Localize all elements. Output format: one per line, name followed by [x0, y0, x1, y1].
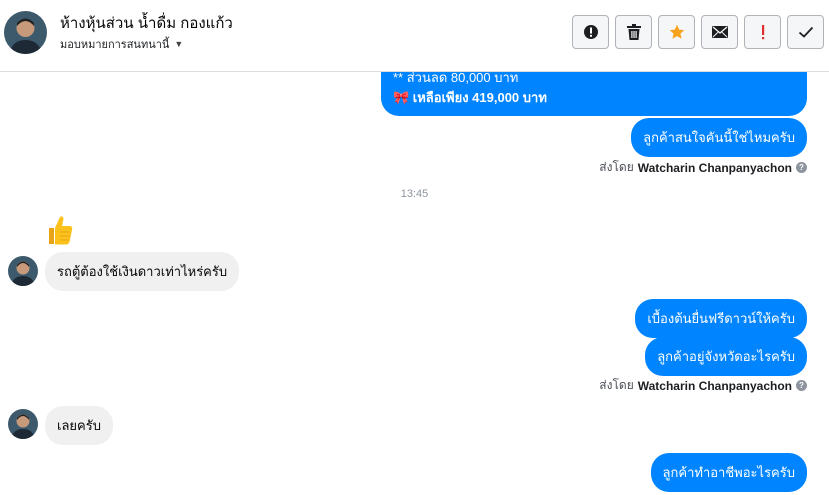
caret-down-icon: ▼ [174, 39, 184, 49]
assign-label: มอบหมายการสนทนานี้ [60, 39, 170, 51]
mark-unread-button[interactable] [701, 15, 738, 49]
trash-icon [626, 24, 641, 40]
customer-avatar-small[interactable] [8, 409, 38, 439]
star-icon [669, 24, 684, 39]
mark-spam-button[interactable] [572, 15, 609, 49]
mark-important-button[interactable] [744, 15, 781, 49]
sent-by-label: ส่งโดย Watcharin Chanpanyachon ? [599, 376, 807, 395]
message-bubble-outgoing[interactable]: ลูกค้าอยู่จังหวัดอะไรครับ [645, 337, 807, 376]
thumbs-up-icon[interactable] [46, 214, 74, 246]
offer-price-line: 🎀 เหลือเพียง 419,000 บาท [393, 90, 547, 105]
help-icon[interactable]: ? [796, 380, 807, 391]
sent-by-label: ส่งโดย Watcharin Chanpanyachon ? [599, 158, 807, 177]
message-bubble-incoming[interactable]: รถตู้ต้องใช้เงินดาวเท่าไหร่ครับ [45, 252, 240, 291]
conversation-toolbar [572, 15, 824, 49]
conversation-header: ห้างหุ้นส่วน น้ำดื่ม กองแก้ว มอบหมายการส… [0, 0, 829, 72]
message-thread[interactable]: ** ส่วนลด 80,000 บาท 🎀 เหลือเพียง 419,00… [0, 72, 829, 495]
sent-by-name[interactable]: Watcharin Chanpanyachon [638, 161, 792, 175]
alert-circle-icon [583, 25, 598, 39]
check-icon [798, 26, 813, 38]
exclamation-icon [761, 25, 764, 40]
envelope-icon [711, 26, 728, 38]
delete-button[interactable] [615, 15, 652, 49]
message-bubble-outgoing[interactable]: ลูกค้าทำอาชีพอะไรครับ [650, 453, 807, 492]
sent-by-prefix: ส่งโดย [599, 378, 634, 392]
customer-name: ห้างหุ้นส่วน น้ำดื่ม กองแก้ว [60, 15, 233, 32]
customer-avatar-small[interactable] [8, 256, 38, 286]
help-icon[interactable]: ? [796, 162, 807, 173]
offer-message[interactable]: ** ส่วนลด 80,000 บาท 🎀 เหลือเพียง 419,00… [381, 72, 807, 116]
assign-conversation-dropdown[interactable]: มอบหมายการสนทนานี้ ▼ [60, 35, 183, 53]
message-bubble-incoming[interactable]: เลยครับ [45, 406, 113, 445]
star-button[interactable] [658, 15, 695, 49]
offer-discount-line: ** ส่วนลด 80,000 บาท [393, 72, 519, 85]
message-bubble-outgoing[interactable]: เบื้องต้นยื่นฟรีดาวน์ให้ครับ [635, 299, 807, 338]
customer-avatar[interactable] [4, 11, 47, 54]
message-bubble-outgoing[interactable]: ลูกค้าสนใจคันนี้ใช่ไหมครับ [631, 118, 807, 157]
message-timestamp: 13:45 [400, 188, 429, 200]
mark-done-button[interactable] [787, 15, 824, 49]
sent-by-prefix: ส่งโดย [599, 160, 634, 174]
sent-by-name[interactable]: Watcharin Chanpanyachon [638, 379, 792, 393]
